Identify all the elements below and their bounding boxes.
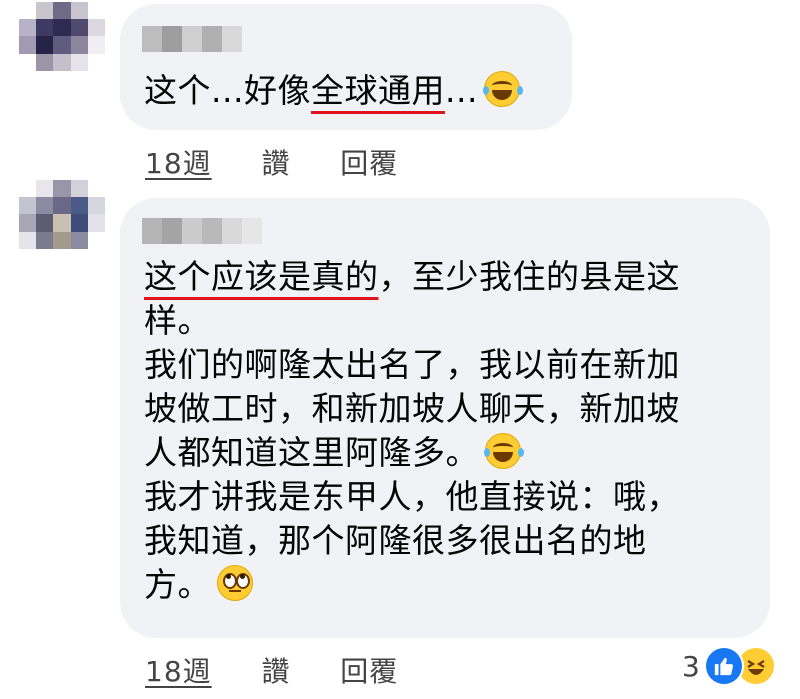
comment-text-underlined: 这个应该是真的 — [144, 257, 379, 296]
comment-text-line: 我知道，那个阿隆很多很出名的地 — [144, 521, 647, 560]
comment-text-part: ... — [444, 71, 478, 110]
timestamp-link[interactable]: 18週 — [145, 655, 212, 688]
comment-meta: 18週 讚 回覆 — [145, 650, 398, 690]
like-button[interactable]: 讚 — [261, 147, 290, 180]
comment-text-line: 坡做工时，和新加坡人聊天，新加坡 — [144, 389, 680, 428]
comment-text-part: ，至少我住的县是这 — [378, 257, 680, 296]
comment-text-part: 人都知道这里阿隆多。 — [144, 433, 479, 472]
comment-text-line: 这个应该是真的，至少我住的县是这 — [144, 254, 680, 300]
reply-button[interactable]: 回覆 — [340, 147, 398, 180]
comment-text-line: 人都知道这里阿隆多。 — [144, 430, 521, 476]
timestamp-link[interactable]: 18週 — [145, 147, 212, 180]
comment-text-part: 这个...好像 — [144, 71, 311, 110]
comment-text-part: 方。 — [144, 565, 211, 604]
like-icon — [703, 646, 744, 686]
commenter-avatar[interactable] — [19, 180, 105, 266]
commenter-name-blurred[interactable] — [142, 218, 262, 244]
reply-button[interactable]: 回覆 — [340, 655, 398, 688]
laughing-tears-emoji-icon — [484, 433, 521, 469]
comment-meta: 18週 讚 回覆 — [145, 142, 398, 182]
comment-text: 这个...好像全球通用... — [144, 68, 520, 114]
comment-text-line: 我才讲我是东甲人，他直接说：哦， — [144, 477, 680, 516]
commenter-name-blurred[interactable] — [142, 26, 242, 52]
comment-bubble: 这个应该是真的，至少我住的县是这 样。 我们的啊隆太出名了，我以前在新加 坡做工… — [120, 198, 770, 638]
reaction-summary[interactable]: 3 — [682, 646, 776, 686]
reaction-count: 3 — [682, 649, 700, 683]
laughing-tears-emoji-icon — [482, 71, 520, 107]
eye-roll-emoji-icon — [217, 565, 253, 601]
comment-text-line: 我们的啊隆太出名了，我以前在新加 — [144, 345, 680, 384]
comment-text-line: 方。 — [144, 562, 253, 608]
comment-text-line: 样。 — [144, 301, 211, 340]
commenter-avatar[interactable] — [19, 2, 105, 88]
comment-bubble: 这个...好像全球通用... — [120, 4, 572, 130]
like-button[interactable]: 讚 — [261, 655, 290, 688]
comment-text-underlined: 全球通用 — [310, 71, 445, 110]
